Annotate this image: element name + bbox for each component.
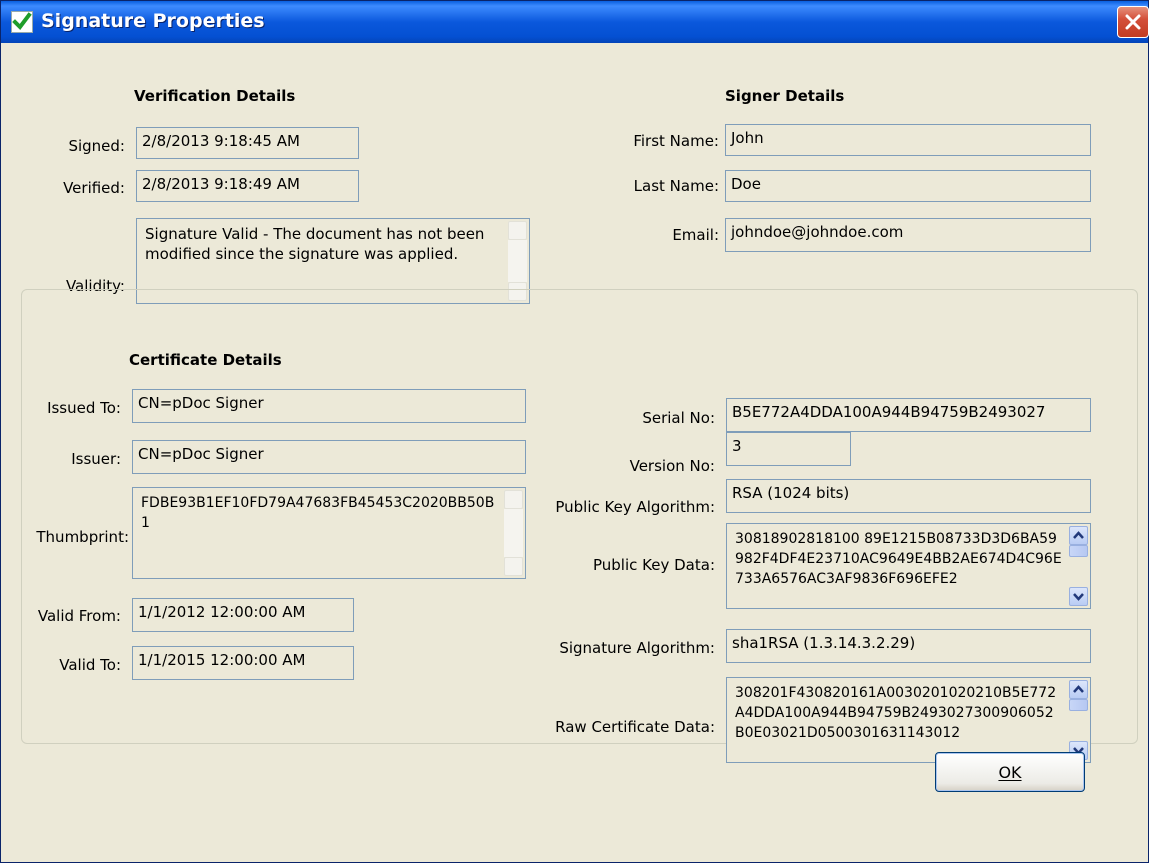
serial-no-label: Serial No: xyxy=(642,409,715,427)
email-field[interactable]: johndoe@johndoe.com xyxy=(725,218,1091,252)
first-name-label: First Name: xyxy=(633,132,719,150)
public-key-data-text: 30818902818100 89E1215B08733D3D6BA59982F… xyxy=(735,531,1062,587)
version-no-label: Version No: xyxy=(629,457,715,475)
close-x-icon xyxy=(1125,14,1141,30)
scroll-track[interactable] xyxy=(508,240,527,282)
serial-no-field[interactable]: B5E772A4DDA100A944B94759B2493027 xyxy=(726,398,1091,432)
scroll-up-button[interactable] xyxy=(1069,526,1088,545)
valid-from-field[interactable]: 1/1/2012 12:00:00 AM xyxy=(132,598,354,632)
scroll-thumb[interactable] xyxy=(1069,545,1088,557)
signed-field[interactable]: 2/8/2013 9:18:45 AM xyxy=(136,127,359,159)
close-button[interactable] xyxy=(1117,6,1149,38)
public-key-algorithm-field[interactable]: RSA (1024 bits) xyxy=(726,479,1091,513)
verification-details-header: Verification Details xyxy=(134,87,296,105)
valid-to-label: Valid To: xyxy=(59,656,121,674)
scroll-track[interactable] xyxy=(504,509,523,557)
valid-to-field[interactable]: 1/1/2015 12:00:00 AM xyxy=(132,646,354,680)
scroll-up-button[interactable] xyxy=(508,221,527,240)
ok-button-label: OK xyxy=(998,762,1022,782)
issuer-label: Issuer: xyxy=(71,450,121,468)
last-name-label: Last Name: xyxy=(633,177,719,195)
version-no-field[interactable]: 3 xyxy=(726,432,851,466)
raw-certificate-data-label: Raw Certificate Data: xyxy=(555,718,715,736)
public-key-algorithm-label: Public Key Algorithm: xyxy=(555,498,715,516)
public-key-data-textarea[interactable]: 30818902818100 89E1215B08733D3D6BA59982F… xyxy=(726,523,1091,609)
verified-label: Verified: xyxy=(63,179,125,197)
green-check-icon xyxy=(11,11,33,33)
valid-from-label: Valid From: xyxy=(37,607,121,625)
scroll-thumb[interactable] xyxy=(1069,699,1088,711)
scroll-up-button[interactable] xyxy=(504,490,523,509)
thumbprint-textarea[interactable]: FDBE93B1EF10FD79A47683FB45453C2020BB50B1 xyxy=(132,487,526,579)
window-title: Signature Properties xyxy=(41,10,265,32)
scroll-up-button[interactable] xyxy=(1069,680,1088,699)
thumbprint-text: FDBE93B1EF10FD79A47683FB45453C2020BB50B1 xyxy=(141,495,495,531)
chevron-down-icon xyxy=(1073,593,1084,601)
signature-algorithm-label: Signature Algorithm: xyxy=(559,639,715,657)
verified-field[interactable]: 2/8/2013 9:18:49 AM xyxy=(136,170,359,202)
title-bar[interactable]: Signature Properties xyxy=(1,1,1149,43)
dialog-body: Verification Details Signed: 2/8/2013 9:… xyxy=(4,43,1144,860)
public-key-data-label: Public Key Data: xyxy=(593,556,715,574)
signature-algorithm-field[interactable]: sha1RSA (1.3.14.3.2.29) xyxy=(726,629,1091,663)
signer-details-header: Signer Details xyxy=(725,87,845,105)
email-label: Email: xyxy=(672,226,719,244)
issued-to-field[interactable]: CN=pDoc Signer xyxy=(132,389,526,423)
thumbprint-scrollbar[interactable] xyxy=(504,490,523,576)
scroll-down-button[interactable] xyxy=(1069,587,1088,606)
scroll-down-button[interactable] xyxy=(504,557,523,576)
public-key-data-scrollbar[interactable] xyxy=(1069,526,1088,606)
validity-text: Signature Valid - The document has not b… xyxy=(145,225,485,263)
signed-label: Signed: xyxy=(68,137,125,155)
ok-button[interactable]: OK xyxy=(935,752,1085,792)
certificate-details-header: Certificate Details xyxy=(129,351,282,369)
first-name-field[interactable]: John xyxy=(725,124,1091,156)
issuer-field[interactable]: CN=pDoc Signer xyxy=(132,440,526,474)
raw-certificate-data-scrollbar[interactable] xyxy=(1069,680,1088,760)
signature-properties-dialog: Signature Properties Verification Detail… xyxy=(0,0,1149,863)
raw-certificate-data-text: 308201F430820161A0030201020210B5E772A4DD… xyxy=(735,685,1057,741)
issued-to-label: Issued To: xyxy=(47,399,121,417)
thumbprint-label: Thumbprint: xyxy=(36,528,129,546)
last-name-field[interactable]: Doe xyxy=(725,170,1091,202)
raw-certificate-data-textarea[interactable]: 308201F430820161A0030201020210B5E772A4DD… xyxy=(726,677,1091,763)
chevron-up-icon xyxy=(1073,685,1084,693)
chevron-up-icon xyxy=(1073,531,1084,539)
